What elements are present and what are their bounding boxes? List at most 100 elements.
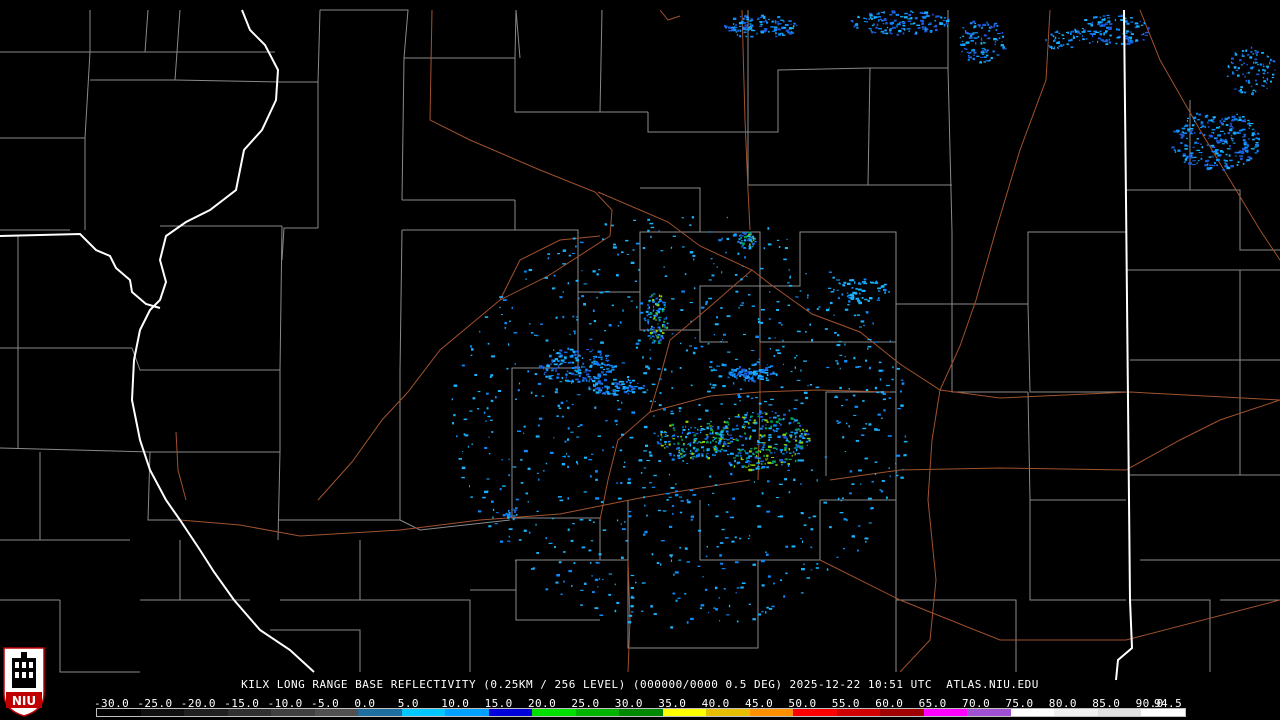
echo-pixel bbox=[740, 586, 744, 589]
echo-pixel bbox=[709, 366, 713, 368]
echo-pixel bbox=[969, 22, 973, 25]
echo-pixel bbox=[1239, 155, 1243, 157]
county-line bbox=[514, 58, 648, 113]
echo-pixel bbox=[801, 568, 805, 571]
echo-pixel bbox=[1232, 71, 1234, 74]
echo-pixel bbox=[575, 350, 580, 353]
echo-pixel bbox=[706, 436, 710, 438]
echo-pixel bbox=[706, 441, 709, 444]
echo-pixel bbox=[464, 434, 469, 437]
echo-pixel bbox=[718, 597, 721, 599]
echo-pixel bbox=[630, 261, 635, 264]
echo-pixel bbox=[779, 515, 783, 518]
echo-pixel bbox=[843, 547, 845, 550]
echo-pixel bbox=[549, 451, 554, 454]
echo-pixel bbox=[600, 366, 603, 369]
echo-pixel bbox=[607, 363, 610, 366]
echo-pixel bbox=[1130, 21, 1134, 23]
echo-pixel bbox=[1250, 123, 1254, 125]
echo-pixel bbox=[622, 381, 625, 383]
echo-pixel bbox=[673, 573, 675, 576]
echo-pixel bbox=[693, 258, 695, 261]
echo-pixel bbox=[569, 361, 572, 364]
echo-pixel bbox=[763, 434, 766, 437]
echo-pixel bbox=[599, 382, 603, 385]
echo-pixel bbox=[616, 383, 618, 385]
echo-pixel bbox=[1215, 138, 1218, 140]
echo-pixel bbox=[1174, 150, 1177, 153]
echo-pixel bbox=[752, 237, 755, 239]
echo-pixel bbox=[842, 285, 846, 287]
echo-pixel bbox=[490, 419, 493, 421]
county-line bbox=[279, 225, 283, 371]
echo-pixel bbox=[1125, 32, 1128, 34]
echo-pixel bbox=[1231, 138, 1234, 140]
echo-pixel bbox=[858, 469, 862, 472]
echo-pixel bbox=[524, 270, 527, 273]
echo-pixel bbox=[700, 453, 704, 455]
county-line bbox=[399, 519, 511, 531]
echo-pixel bbox=[775, 497, 780, 499]
echo-pixel bbox=[764, 372, 769, 374]
echo-pixel bbox=[782, 453, 785, 455]
product-caption: KILX LONG RANGE BASE REFLECTIVITY (0.25K… bbox=[241, 678, 1039, 691]
echo-pixel bbox=[571, 403, 574, 405]
echo-pixel bbox=[787, 304, 790, 306]
echo-pixel bbox=[617, 253, 619, 256]
echo-pixel bbox=[895, 471, 898, 473]
echo-pixel bbox=[869, 507, 872, 510]
echo-pixel bbox=[780, 461, 783, 464]
echo-pixel bbox=[512, 466, 517, 468]
echo-pixel bbox=[714, 369, 718, 371]
echo-pixel bbox=[1252, 147, 1254, 150]
echo-pixel bbox=[658, 307, 661, 309]
echo-pixel bbox=[620, 482, 623, 485]
echo-pixel bbox=[625, 239, 629, 242]
echo-pixel bbox=[846, 422, 848, 425]
echo-pixel bbox=[773, 28, 777, 32]
echo-pixel bbox=[783, 444, 787, 446]
echo-pixel bbox=[861, 289, 866, 292]
echo-pixel bbox=[1097, 23, 1101, 26]
echo-pixel bbox=[1233, 88, 1237, 90]
echo-pixel bbox=[1211, 128, 1216, 131]
echo-pixel bbox=[874, 386, 877, 390]
echo-pixel bbox=[1269, 61, 1271, 65]
echo-pixel bbox=[761, 584, 765, 587]
echo-pixel bbox=[794, 366, 796, 369]
echo-pixel bbox=[679, 547, 681, 549]
echo-pixel bbox=[658, 230, 660, 232]
echo-pixel bbox=[678, 407, 682, 410]
echo-pixel bbox=[723, 443, 725, 446]
echo-pixel bbox=[658, 404, 662, 407]
echo-pixel bbox=[1262, 63, 1264, 65]
echo-pixel bbox=[719, 438, 723, 440]
echo-pixel bbox=[559, 296, 563, 299]
echo-pixel bbox=[772, 373, 776, 375]
echo-pixel bbox=[796, 355, 798, 357]
echo-pixel bbox=[1192, 156, 1197, 158]
echo-pixel bbox=[761, 448, 763, 450]
echo-pixel bbox=[689, 224, 692, 226]
echo-pixel bbox=[740, 237, 743, 239]
echo-pixel bbox=[1237, 151, 1241, 154]
echo-pixel bbox=[756, 32, 758, 35]
echo-pixel bbox=[783, 26, 787, 29]
echo-pixel bbox=[788, 33, 793, 35]
echo-pixel bbox=[556, 574, 560, 577]
echo-pixel bbox=[655, 319, 658, 321]
echo-pixel bbox=[600, 358, 603, 361]
echo-pixel bbox=[602, 529, 607, 531]
echo-pixel bbox=[616, 390, 620, 392]
echo-pixel bbox=[1187, 117, 1189, 119]
echo-pixel bbox=[877, 297, 880, 300]
echo-pixel bbox=[451, 398, 453, 401]
echo-pixel bbox=[1070, 31, 1072, 33]
echo-pixel bbox=[581, 365, 583, 369]
echo-pixel bbox=[685, 425, 687, 428]
echo-pixel bbox=[800, 433, 803, 435]
echo-pixel bbox=[755, 396, 758, 399]
echo-pixel bbox=[1245, 79, 1247, 83]
echo-pixel bbox=[968, 36, 973, 39]
echo-pixel bbox=[627, 296, 631, 298]
